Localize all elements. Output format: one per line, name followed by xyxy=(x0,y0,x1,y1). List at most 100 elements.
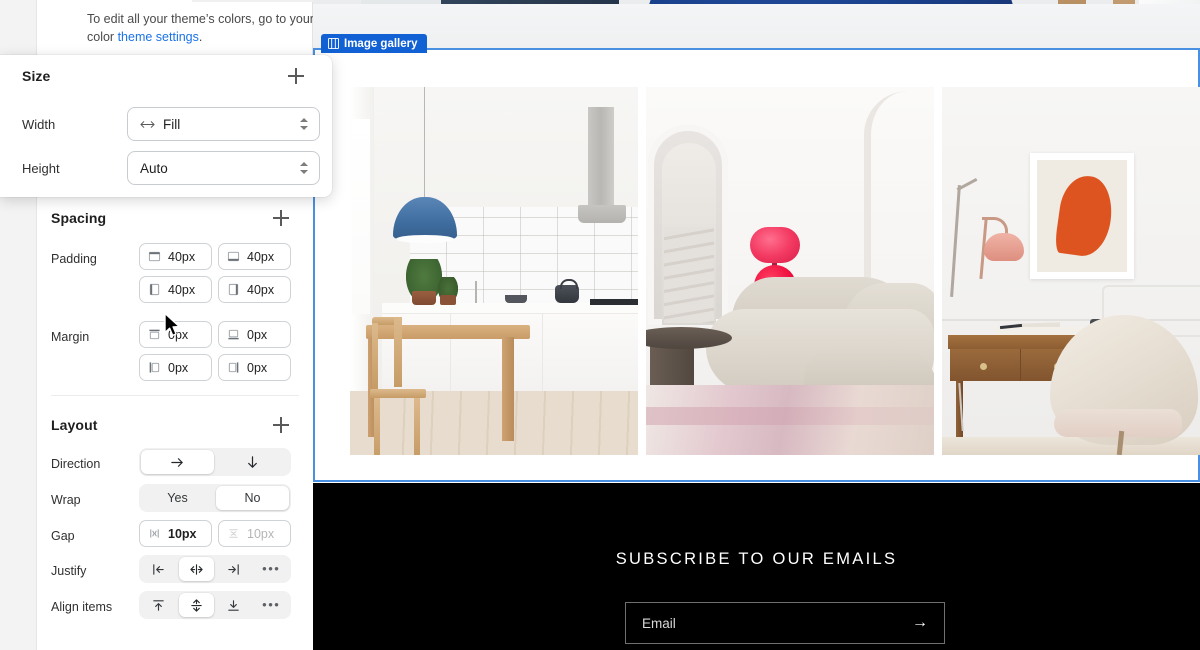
gallery-image-2[interactable] xyxy=(646,87,934,455)
kitchen-faucet xyxy=(475,281,477,303)
padding-bottom-field[interactable]: 40px xyxy=(218,243,291,270)
width-row: Width Fill xyxy=(0,107,332,141)
layout-section-header: Layout xyxy=(37,410,313,440)
justify-center-icon xyxy=(190,563,203,575)
align-more-option[interactable]: ••• xyxy=(254,593,290,617)
direction-row: Direction xyxy=(37,448,313,476)
align-top-option[interactable] xyxy=(141,593,177,617)
padding-left-field[interactable]: 40px xyxy=(139,276,212,303)
horizontal-resize-icon xyxy=(140,120,155,128)
margin-top-value: 0px xyxy=(168,327,189,342)
padding-top-field[interactable]: 40px xyxy=(139,243,212,270)
newsletter-submit-button[interactable]: → xyxy=(912,615,928,631)
email-input[interactable] xyxy=(642,615,912,631)
gap-fields: 10px 10px xyxy=(139,520,291,547)
office-artwork-canvas xyxy=(1037,160,1127,272)
top-banner-image[interactable] xyxy=(313,0,1200,48)
theme-colors-note: To edit all your theme’s colors, go to y… xyxy=(87,10,337,46)
padding-left-icon xyxy=(149,283,160,296)
theme-note-text-after: . xyxy=(198,30,203,44)
justify-start-option[interactable] xyxy=(141,557,177,581)
align-center-option[interactable] xyxy=(178,593,214,617)
margin-right-icon xyxy=(228,362,239,373)
padding-top-value: 40px xyxy=(168,249,196,264)
selected-section-outline[interactable] xyxy=(313,48,1200,482)
size-section-popover: Size Width Fill Height Auto xyxy=(0,55,332,197)
padding-row: Padding 40px 40px 40px 40px xyxy=(37,243,313,303)
gap-vertical-field[interactable]: 10px xyxy=(218,520,291,547)
settings-scroll-body[interactable]: Spacing Padding 40px 40px 40px 40px Marg… xyxy=(37,197,313,650)
padding-label: Padding xyxy=(51,252,97,266)
padding-bottom-icon xyxy=(227,251,240,262)
margin-row: Margin 0px 0px 0px 0px xyxy=(37,321,313,381)
align-center-icon xyxy=(191,598,202,612)
padding-right-icon xyxy=(228,283,239,296)
padding-right-value: 40px xyxy=(247,282,275,297)
newsletter-email-box[interactable]: → xyxy=(625,602,945,644)
wrap-no-option[interactable]: No xyxy=(216,486,289,510)
living-red-lamp-top xyxy=(750,227,800,263)
layout-section-title: Layout xyxy=(51,417,98,433)
kitchen-kettle xyxy=(555,279,579,303)
kitchen-pot-2 xyxy=(440,295,456,305)
image-gallery-badge-label: Image gallery xyxy=(344,37,418,50)
newsletter-footer: SUBSCRIBE TO OUR EMAILS → xyxy=(313,483,1200,650)
margin-right-field[interactable]: 0px xyxy=(218,354,291,381)
margin-right-value: 0px xyxy=(247,360,268,375)
image-gallery xyxy=(350,87,1200,455)
padding-top-icon xyxy=(148,251,161,262)
width-select[interactable]: Fill xyxy=(127,107,320,141)
office-artwork-frame xyxy=(1030,153,1134,279)
justify-label: Justify xyxy=(51,564,87,578)
direction-vertical-option[interactable] xyxy=(216,450,289,474)
gallery-image-3[interactable] xyxy=(942,87,1200,455)
newsletter-title: SUBSCRIBE TO OUR EMAILS xyxy=(615,550,898,568)
direction-horizontal-option[interactable] xyxy=(141,450,214,474)
justify-end-icon xyxy=(228,563,239,575)
justify-more-option[interactable]: ••• xyxy=(254,557,290,581)
align-bottom-icon xyxy=(228,599,239,611)
spacing-section: Spacing Padding 40px 40px 40px 40px Marg… xyxy=(37,197,313,381)
theme-settings-link[interactable]: theme settings xyxy=(118,30,199,44)
screen-root: To edit all your theme’s colors, go to y… xyxy=(0,0,1200,650)
wrap-yes-option[interactable]: Yes xyxy=(141,486,214,510)
margin-top-field[interactable]: 0px xyxy=(139,321,212,348)
layout-add-button[interactable] xyxy=(271,415,291,435)
align-items-segmented-control: ••• xyxy=(139,591,291,619)
size-add-button[interactable] xyxy=(286,66,306,86)
gap-label: Gap xyxy=(51,529,75,543)
kitchen-stove xyxy=(590,299,638,305)
align-top-icon xyxy=(153,599,164,611)
direction-label: Direction xyxy=(51,457,101,471)
padding-fields: 40px 40px 40px 40px xyxy=(139,243,291,303)
gap-horizontal-field[interactable]: 10px xyxy=(139,520,212,547)
height-stepper-chevrons[interactable] xyxy=(300,160,311,176)
margin-left-icon xyxy=(149,362,160,373)
justify-end-option[interactable] xyxy=(216,557,252,581)
justify-center-option[interactable] xyxy=(178,557,214,581)
height-label: Height xyxy=(22,160,60,176)
align-bottom-option[interactable] xyxy=(216,593,252,617)
size-section-header: Size xyxy=(0,55,332,97)
margin-top-icon xyxy=(149,329,160,340)
kitchen-range-hood xyxy=(578,205,626,223)
wrap-label: Wrap xyxy=(51,493,81,507)
grid-icon xyxy=(328,38,339,49)
kitchen-range-hood-duct xyxy=(588,107,614,215)
kitchen-pot-1 xyxy=(412,291,436,305)
width-value: Fill xyxy=(163,116,181,132)
gallery-image-1[interactable] xyxy=(350,87,638,455)
width-stepper-chevrons[interactable] xyxy=(300,116,311,132)
preview-canvas: Image gallery SUBSCRIBE TO OUR EMAILS Em… xyxy=(313,0,1200,650)
kitchen-lamp-cord xyxy=(424,87,425,199)
margin-left-field[interactable]: 0px xyxy=(139,354,212,381)
office-drawer-knob-1 xyxy=(980,363,987,370)
margin-bottom-field[interactable]: 0px xyxy=(218,321,291,348)
padding-right-field[interactable]: 40px xyxy=(218,276,291,303)
more-options-icon: ••• xyxy=(262,561,281,576)
image-gallery-badge[interactable]: Image gallery xyxy=(321,34,427,53)
banner-floor xyxy=(313,4,1200,48)
spacing-add-button[interactable] xyxy=(271,208,291,228)
height-select[interactable]: Auto xyxy=(127,151,320,185)
margin-label: Margin xyxy=(51,330,90,344)
